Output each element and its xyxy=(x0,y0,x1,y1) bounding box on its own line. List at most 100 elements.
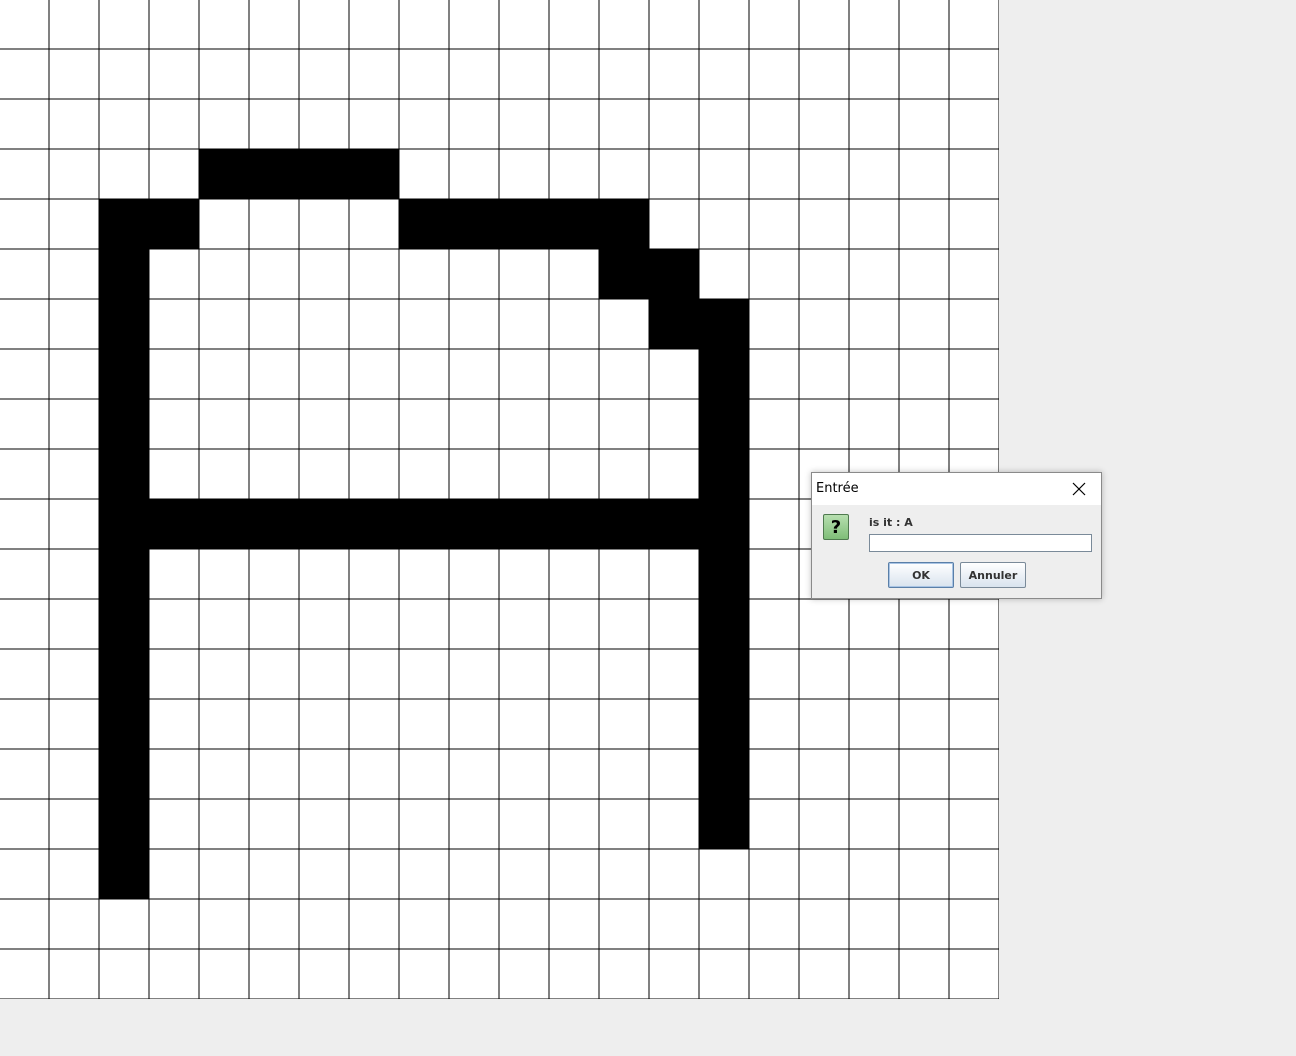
grid-cell[interactable] xyxy=(598,348,650,400)
grid-cell-filled[interactable] xyxy=(498,498,550,550)
grid-cell[interactable] xyxy=(948,698,999,750)
grid-cell[interactable] xyxy=(198,648,250,700)
grid-cell[interactable] xyxy=(798,0,850,50)
grid-cell[interactable] xyxy=(0,48,50,100)
grid-cell[interactable] xyxy=(48,848,100,900)
grid-cell[interactable] xyxy=(948,298,999,350)
grid-cell[interactable] xyxy=(898,898,950,950)
grid-cell[interactable] xyxy=(398,748,450,800)
grid-cell[interactable] xyxy=(348,648,400,700)
grid-cell[interactable] xyxy=(848,648,900,700)
grid-cell[interactable] xyxy=(748,598,800,650)
grid-cell[interactable] xyxy=(748,398,800,450)
grid-cell-filled[interactable] xyxy=(698,298,750,350)
grid-cell[interactable] xyxy=(148,748,200,800)
grid-cell[interactable] xyxy=(398,948,450,999)
grid-cell[interactable] xyxy=(798,398,850,450)
grid-cell[interactable] xyxy=(548,848,600,900)
grid-cell[interactable] xyxy=(448,398,500,450)
grid-cell[interactable] xyxy=(198,798,250,850)
grid-cell[interactable] xyxy=(248,898,300,950)
grid-cell[interactable] xyxy=(0,598,50,650)
grid-cell[interactable] xyxy=(548,598,600,650)
grid-cell[interactable] xyxy=(98,898,150,950)
grid-cell[interactable] xyxy=(748,748,800,800)
grid-cell[interactable] xyxy=(48,248,100,300)
grid-cell[interactable] xyxy=(498,748,550,800)
grid-cell[interactable] xyxy=(148,248,200,300)
grid-cell-filled[interactable] xyxy=(698,648,750,700)
grid-cell-filled[interactable] xyxy=(298,148,350,200)
grid-cell[interactable] xyxy=(798,698,850,750)
grid-cell[interactable] xyxy=(448,898,500,950)
grid-cell[interactable] xyxy=(848,948,900,999)
ok-button[interactable]: OK xyxy=(888,562,954,588)
grid-cell[interactable] xyxy=(198,948,250,999)
grid-cell[interactable] xyxy=(298,648,350,700)
grid-cell[interactable] xyxy=(448,548,500,600)
grid-cell[interactable] xyxy=(698,198,750,250)
grid-cell[interactable] xyxy=(848,298,900,350)
grid-cell[interactable] xyxy=(948,398,999,450)
grid-cell[interactable] xyxy=(498,798,550,850)
grid-cell[interactable] xyxy=(948,348,999,400)
grid-cell[interactable] xyxy=(498,348,550,400)
grid-cell[interactable] xyxy=(48,648,100,700)
dialog-titlebar[interactable]: Entrée xyxy=(812,473,1101,505)
grid-cell[interactable] xyxy=(448,298,500,350)
grid-cell[interactable] xyxy=(48,0,100,50)
grid-cell-filled[interactable] xyxy=(98,498,150,550)
grid-cell[interactable] xyxy=(648,798,700,850)
grid-cell-filled[interactable] xyxy=(498,198,550,250)
grid-cell[interactable] xyxy=(498,898,550,950)
grid-cell[interactable] xyxy=(198,0,250,50)
grid-cell[interactable] xyxy=(0,698,50,750)
grid-cell[interactable] xyxy=(198,48,250,100)
grid-cell[interactable] xyxy=(848,748,900,800)
grid-cell[interactable] xyxy=(248,548,300,600)
grid-cell[interactable] xyxy=(748,898,800,950)
grid-cell-filled[interactable] xyxy=(248,498,300,550)
grid-cell[interactable] xyxy=(498,248,550,300)
grid-cell-filled[interactable] xyxy=(698,448,750,500)
grid-cell[interactable] xyxy=(0,148,50,200)
grid-cell[interactable] xyxy=(698,0,750,50)
grid-cell[interactable] xyxy=(198,698,250,750)
grid-cell-filled[interactable] xyxy=(98,798,150,850)
grid-cell[interactable] xyxy=(448,48,500,100)
grid-cell[interactable] xyxy=(298,948,350,999)
grid-cell[interactable] xyxy=(298,698,350,750)
grid-cell[interactable] xyxy=(248,348,300,400)
grid-cell[interactable] xyxy=(0,648,50,700)
grid-cell[interactable] xyxy=(398,798,450,850)
grid-cell[interactable] xyxy=(0,248,50,300)
grid-cell[interactable] xyxy=(148,798,200,850)
grid-cell[interactable] xyxy=(348,48,400,100)
grid-cell[interactable] xyxy=(298,248,350,300)
grid-cell[interactable] xyxy=(48,598,100,650)
grid-cell[interactable] xyxy=(448,98,500,150)
grid-cell[interactable] xyxy=(298,398,350,450)
grid-cell[interactable] xyxy=(298,748,350,800)
grid-cell-filled[interactable] xyxy=(98,198,150,250)
grid-cell-filled[interactable] xyxy=(698,498,750,550)
grid-cell[interactable] xyxy=(798,748,850,800)
grid-cell[interactable] xyxy=(348,0,400,50)
grid-cell[interactable] xyxy=(448,848,500,900)
grid-cell[interactable] xyxy=(798,648,850,700)
grid-cell[interactable] xyxy=(898,148,950,200)
grid-cell[interactable] xyxy=(798,148,850,200)
grid-cell[interactable] xyxy=(598,848,650,900)
grid-cell[interactable] xyxy=(298,0,350,50)
grid-cell[interactable] xyxy=(0,498,50,550)
grid-cell[interactable] xyxy=(148,898,200,950)
grid-cell[interactable] xyxy=(498,548,550,600)
grid-cell[interactable] xyxy=(498,948,550,999)
grid-cell[interactable] xyxy=(848,348,900,400)
grid-cell[interactable] xyxy=(898,248,950,300)
grid-cell[interactable] xyxy=(48,48,100,100)
grid-cell[interactable] xyxy=(348,198,400,250)
grid-cell[interactable] xyxy=(648,198,700,250)
grid-cell[interactable] xyxy=(48,398,100,450)
grid-cell[interactable] xyxy=(498,598,550,650)
